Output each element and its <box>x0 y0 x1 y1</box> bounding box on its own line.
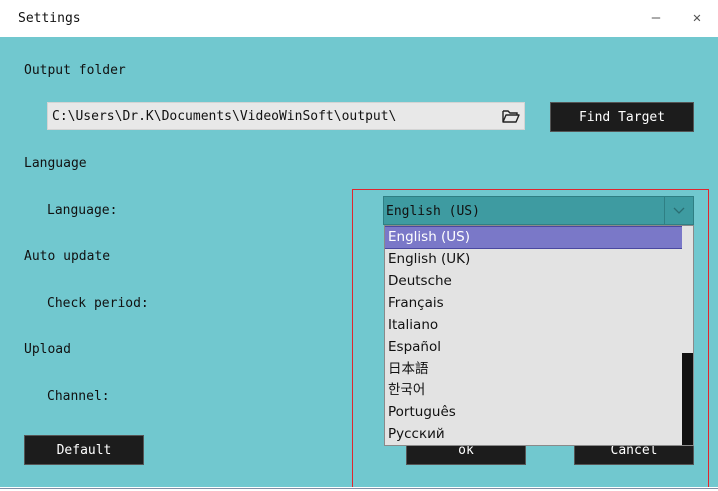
folder-open-icon <box>502 109 520 123</box>
language-heading: Language <box>24 156 87 171</box>
language-option-russian[interactable]: Русский <box>385 424 683 445</box>
window-title: Settings <box>18 11 81 26</box>
language-select[interactable]: English (US) <box>383 196 694 225</box>
check-period-label: Check period: <box>47 296 149 311</box>
language-option-francais[interactable]: Français <box>385 293 683 314</box>
language-field-label: Language: <box>47 203 118 218</box>
channel-label: Channel: <box>47 389 110 404</box>
output-folder-heading: Output folder <box>24 63 126 78</box>
language-option-english-uk[interactable]: English (UK) <box>385 249 683 270</box>
language-option-english-us[interactable]: English (US) <box>385 226 684 249</box>
find-target-button[interactable]: Find Target <box>550 102 694 132</box>
title-bar: Settings — ✕ <box>0 0 718 37</box>
output-path-field[interactable]: C:\Users\Dr.K\Documents\VideoWinSoft\out… <box>47 102 525 130</box>
browse-folder-button[interactable] <box>498 103 524 129</box>
default-button[interactable]: Default <box>24 435 144 465</box>
output-path-value: C:\Users\Dr.K\Documents\VideoWinSoft\out… <box>52 109 397 124</box>
settings-panel: Output folder C:\Users\Dr.K\Documents\Vi… <box>0 37 718 491</box>
language-option-italiano[interactable]: Italiano <box>385 315 683 336</box>
minimize-button[interactable]: — <box>643 6 669 30</box>
chevron-down-icon[interactable] <box>664 197 693 224</box>
window-bottom-border <box>0 487 718 491</box>
language-option-portugues[interactable]: Português <box>385 402 683 423</box>
dropdown-scroll-thumb[interactable] <box>682 353 693 445</box>
language-select-value: English (US) <box>386 204 480 219</box>
language-option-deutsche[interactable]: Deutsche <box>385 271 683 292</box>
upload-heading: Upload <box>24 342 71 357</box>
language-dropdown-list: English (US) English (UK) Deutsche Franç… <box>384 225 694 446</box>
dropdown-scrollbar[interactable] <box>682 226 693 445</box>
language-option-japanese[interactable]: 日本語 <box>385 359 683 380</box>
language-option-espanol[interactable]: Español <box>385 337 683 358</box>
auto-update-heading: Auto update <box>24 249 111 264</box>
language-option-korean[interactable]: 한국어 <box>385 380 683 401</box>
close-button[interactable]: ✕ <box>684 6 710 30</box>
